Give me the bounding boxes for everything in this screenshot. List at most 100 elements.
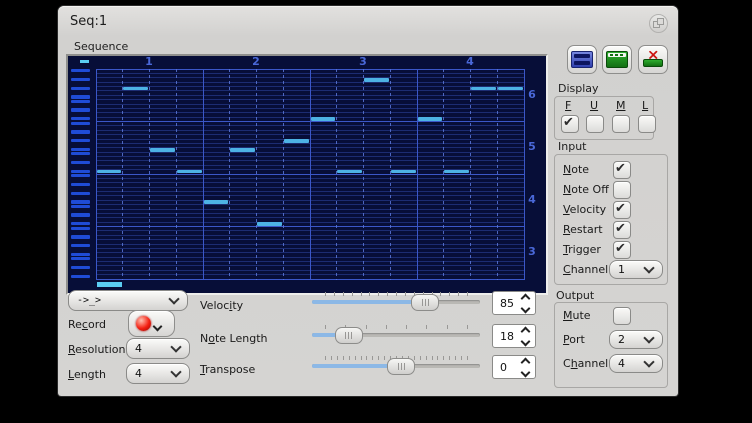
velocity-spinbox[interactable]: 85: [492, 291, 536, 315]
window-titlebar[interactable]: Seq:1: [58, 6, 678, 34]
grid-line: [310, 69, 311, 280]
input-channel-combo[interactable]: 1: [609, 260, 663, 279]
grid-line: [363, 69, 364, 280]
piano-key: [71, 108, 90, 111]
spinbox-arrows[interactable]: [518, 357, 532, 378]
spin-down-icon: [520, 336, 530, 346]
float-button[interactable]: [649, 14, 668, 33]
grid-line: [336, 69, 337, 280]
display-m-checkbox[interactable]: ✔: [612, 115, 630, 133]
piano-key: [71, 78, 90, 81]
record-button[interactable]: [128, 310, 175, 337]
piano-key: [71, 253, 90, 256]
note-bar[interactable]: [97, 170, 122, 174]
output-groupbox: Mute ✔ Port 2 Channel 4: [554, 302, 668, 388]
restart-label: Restart: [563, 223, 603, 236]
transpose-slider-handle[interactable]: [387, 358, 415, 375]
piano-roll[interactable]: 12346543: [68, 56, 542, 289]
note-bar[interactable]: [284, 139, 309, 143]
display-u-checkbox[interactable]: ✔: [586, 115, 604, 133]
transpose-spinbox[interactable]: 0: [492, 355, 536, 379]
piano-key: [71, 130, 90, 133]
velocity-slider[interactable]: [312, 290, 480, 312]
duplicate-button[interactable]: [567, 45, 597, 74]
note-bar[interactable]: [498, 87, 523, 91]
spin-up-icon: [520, 326, 530, 336]
note-bar[interactable]: [418, 117, 443, 121]
window-title: Seq:1: [70, 14, 107, 29]
piano-key: [71, 161, 90, 164]
note-bar[interactable]: [257, 222, 282, 226]
spin-down-icon: [520, 367, 530, 377]
octave-label: 6: [524, 88, 540, 102]
chevron-down-icon: [170, 366, 181, 377]
mute-checkbox[interactable]: ✔: [613, 307, 631, 325]
transpose-value: 0: [493, 361, 518, 374]
loop-pattern-combo[interactable]: ->_>: [68, 290, 188, 311]
note-bar[interactable]: [230, 148, 255, 152]
chevron-down-icon: [643, 332, 654, 343]
trigger-label: Trigger: [563, 243, 601, 256]
chevron-down-icon: [643, 262, 654, 273]
piano-key: [71, 213, 90, 216]
input-group-label: Input: [558, 140, 586, 153]
piano-key: [71, 122, 90, 125]
port-combo[interactable]: 2: [609, 330, 663, 349]
input-velocity-checkbox[interactable]: ✔: [613, 201, 631, 219]
piano-key: [71, 170, 90, 173]
port-label: Port: [563, 333, 585, 346]
spinbox-arrows[interactable]: [518, 326, 532, 347]
note-checkbox[interactable]: ✔: [613, 161, 631, 179]
note-bar[interactable]: [444, 170, 469, 174]
note-bar[interactable]: [311, 117, 336, 121]
piano-key: [71, 192, 90, 195]
rename-icon: [606, 51, 628, 68]
piano-key: [71, 222, 90, 225]
note-bar[interactable]: [391, 170, 416, 174]
resolution-combo[interactable]: 4: [126, 338, 190, 359]
display-l-checkbox[interactable]: ✔: [638, 115, 656, 133]
display-channel-u-label: U: [590, 99, 598, 112]
seq-window: Seq:1 Sequence 12346543 ✕ Display F U M …: [58, 6, 678, 396]
note-bar[interactable]: [364, 78, 389, 82]
record-icon: [136, 316, 151, 331]
input-channel-label: Channel: [563, 263, 608, 276]
chevron-down-icon: [170, 341, 181, 352]
note-length-slider[interactable]: [312, 323, 480, 345]
note-bar[interactable]: [471, 87, 496, 91]
piano-key: [71, 117, 90, 120]
length-combo[interactable]: 4: [126, 363, 190, 384]
note-length-slider-handle[interactable]: [335, 327, 363, 344]
playhead-bar: [97, 282, 122, 287]
output-channel-combo[interactable]: 4: [609, 354, 663, 373]
note-off-checkbox[interactable]: ✔: [613, 181, 631, 199]
piano-key: [71, 227, 90, 230]
piano-key: [71, 235, 90, 238]
piano-key: [71, 95, 90, 98]
note-bar[interactable]: [123, 87, 148, 91]
piano-key: [71, 266, 90, 269]
note-bar[interactable]: [150, 148, 175, 152]
spinbox-arrows[interactable]: [518, 293, 532, 314]
octave-label: 5: [524, 140, 540, 154]
rename-button[interactable]: [602, 45, 632, 74]
note-length-spinbox[interactable]: 18: [492, 324, 536, 348]
grid-line: [256, 69, 257, 280]
transpose-slider-label: Transpose: [200, 363, 255, 376]
spin-up-icon: [520, 293, 530, 303]
delete-icon: ✕: [643, 52, 663, 67]
octave-label: 4: [524, 193, 540, 207]
note-bar[interactable]: [177, 170, 202, 174]
note-bar[interactable]: [204, 200, 229, 204]
note-bar[interactable]: [337, 170, 362, 174]
mute-label: Mute: [563, 309, 591, 322]
display-f-checkbox[interactable]: ✔: [561, 115, 579, 133]
display-channel-f-label: F: [565, 99, 571, 112]
trigger-checkbox[interactable]: ✔: [613, 241, 631, 259]
delete-button[interactable]: ✕: [638, 45, 668, 74]
beat-number-label: 2: [203, 56, 310, 68]
restart-checkbox[interactable]: ✔: [613, 221, 631, 239]
loop-marker-icon[interactable]: [80, 60, 89, 63]
velocity-slider-handle[interactable]: [411, 294, 439, 311]
transpose-slider[interactable]: [312, 354, 480, 376]
